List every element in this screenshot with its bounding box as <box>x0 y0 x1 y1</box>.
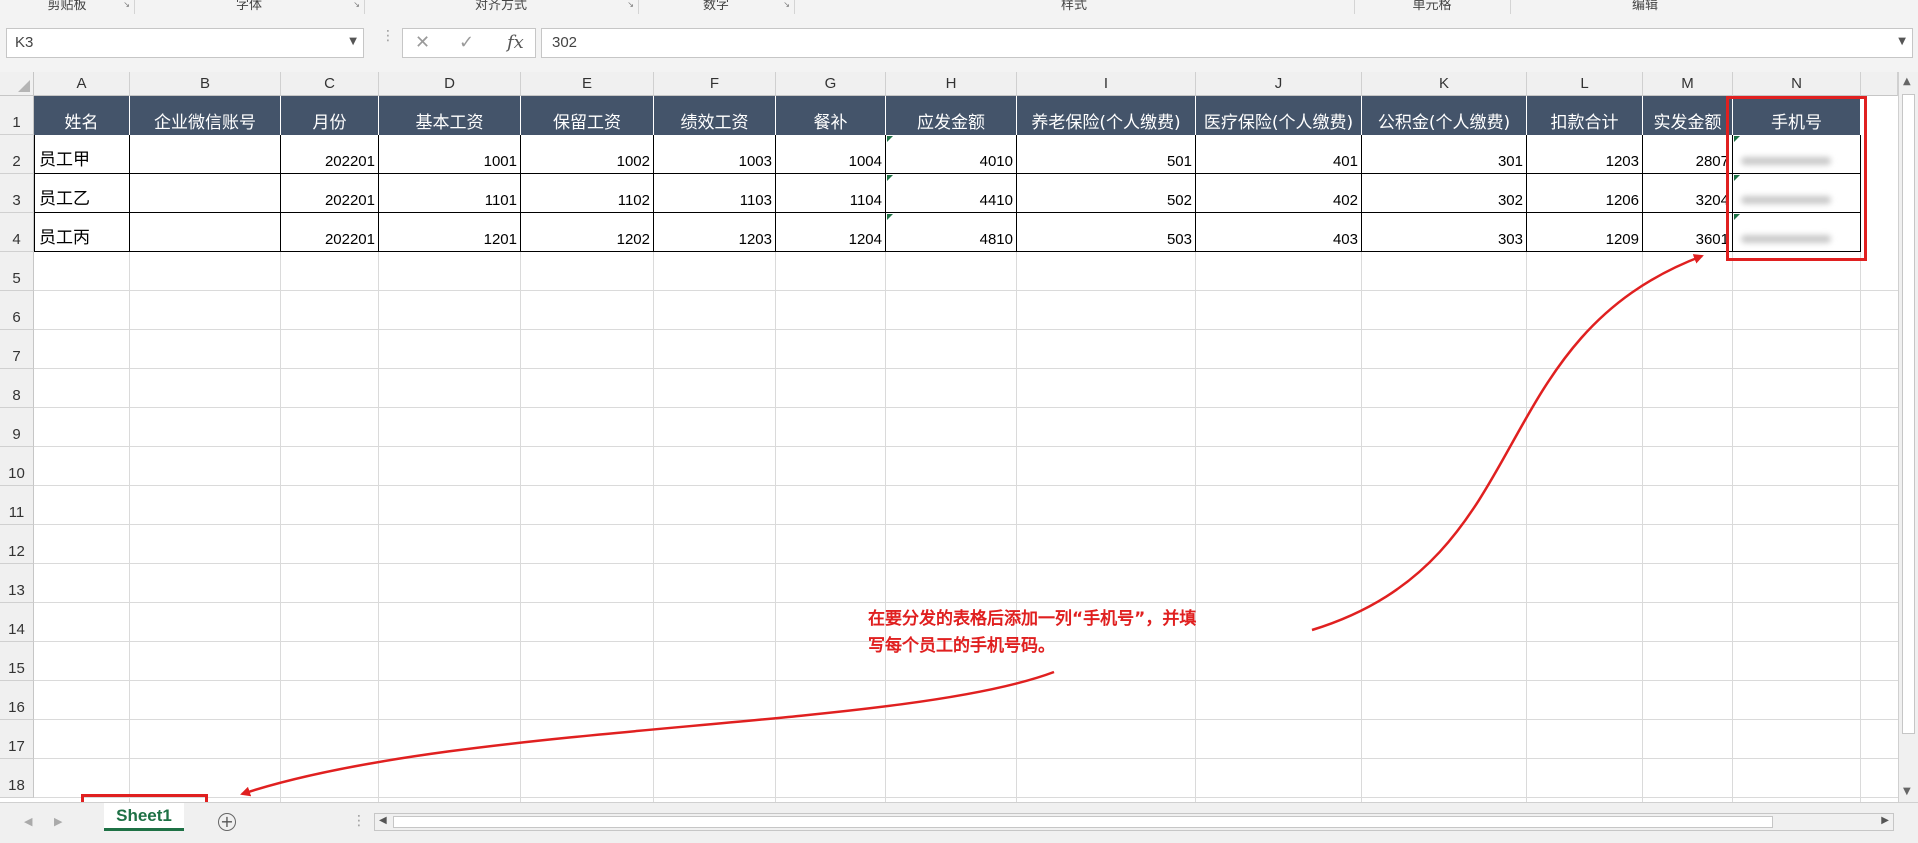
scroll-down-icon[interactable]: ▼ <box>1903 786 1911 797</box>
sheet-tab-bar: ◀ ▶ Sheet1 + ⋮ ◀ ▶ <box>0 802 1918 843</box>
arrow-to-phone-column <box>1311 254 1704 632</box>
prev-sheet-icon[interactable]: ◀ <box>24 815 32 828</box>
horizontal-scroll-thumb[interactable] <box>393 816 1773 828</box>
next-sheet-icon[interactable]: ▶ <box>54 815 62 828</box>
vertical-scroll-thumb[interactable] <box>1902 94 1915 734</box>
annotation-arrows <box>240 254 1704 797</box>
horizontal-scrollbar[interactable]: ◀ ▶ <box>374 813 1894 831</box>
drag-handle-icon[interactable]: ⋮ <box>352 813 366 829</box>
arrow-to-sheet-tab <box>240 670 1055 797</box>
scroll-left-icon[interactable]: ◀ <box>379 815 387 826</box>
vertical-scrollbar[interactable]: ▲ ▼ <box>1898 72 1918 802</box>
scroll-right-icon[interactable]: ▶ <box>1881 815 1889 826</box>
scroll-up-icon[interactable]: ▲ <box>1903 76 1911 87</box>
add-sheet-icon[interactable]: + <box>218 813 236 831</box>
sheet-tab-sheet1[interactable]: Sheet1 <box>104 803 184 831</box>
